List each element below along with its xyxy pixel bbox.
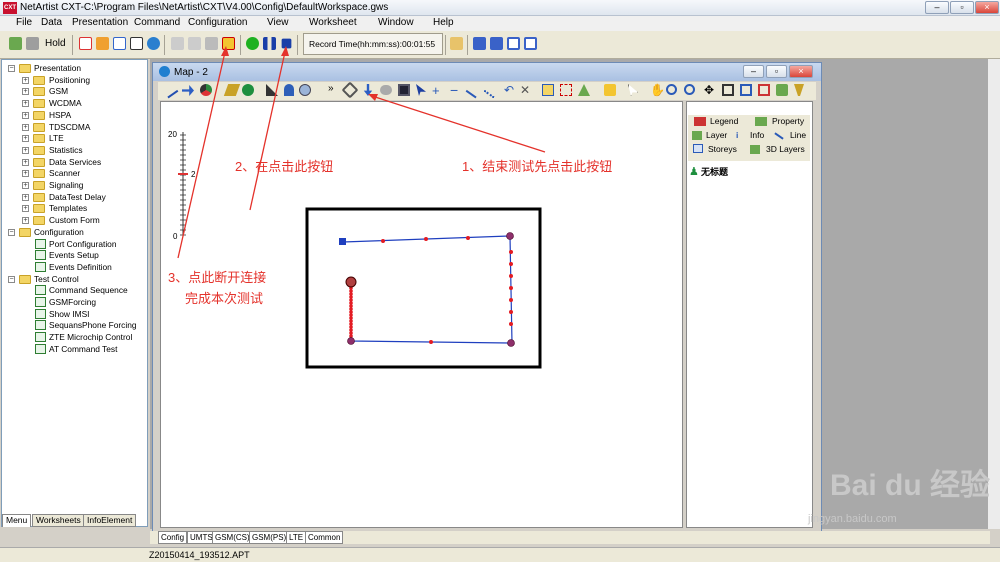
arrow-to-end-test — [371, 95, 546, 153]
arrow-to-stop-record — [249, 51, 286, 211]
annotation-step-3-line2: 完成本次测试 — [185, 291, 264, 306]
arrow-head — [281, 46, 289, 56]
annotation-step-2: 2、在点击此按钮 — [235, 159, 334, 174]
watermark-url: jingyan.baidu.com — [808, 513, 897, 525]
watermark-logo: Bai du 经验 — [829, 469, 990, 502]
arrow-to-disconnect — [177, 51, 226, 259]
arrow-head — [368, 94, 378, 101]
arrow-head — [221, 46, 229, 56]
annotation-step-1: 1、结束测试先点击此按钮 — [462, 159, 613, 174]
annotation-step-3-line1: 3、点此断开连接 — [168, 270, 267, 285]
